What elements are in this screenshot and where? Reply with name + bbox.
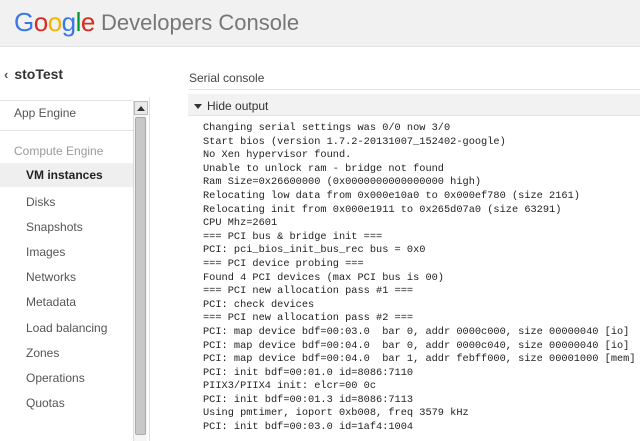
product-name: Developers Console [101, 10, 300, 35]
console-line: === PCI new allocation pass #2 === [203, 312, 414, 325]
console-line: Ram Size=0x26600000 (0x0000000000000000 … [203, 176, 482, 189]
console-line: PIIX3/PIIX4 init: elcr=00 0c [203, 380, 377, 393]
console-line: === PCI bus & bridge init === [203, 230, 383, 243]
sidebar-item-quotas[interactable]: Quotas [26, 396, 65, 410]
project-back-link[interactable]: ‹ stoTest [4, 66, 63, 82]
sidebar-section-compute-engine[interactable]: Compute Engine [14, 144, 103, 158]
sidebar-item-app-engine[interactable]: App Engine [14, 106, 76, 120]
console-line: No Xen hypervisor found. [203, 149, 352, 162]
sidebar-item-operations[interactable]: Operations [26, 371, 85, 385]
console-line: PCI: init bdf=00:01.0 id=8086:7110 [203, 366, 414, 379]
console-line: === PCI device probing === [203, 257, 364, 270]
console-line: CPU Mhz=2601 [203, 217, 278, 230]
section-divider [189, 89, 640, 90]
app-header: Google Developers Console [0, 0, 640, 47]
scrollbar-thumb[interactable] [135, 117, 146, 435]
serial-console-title: Serial console [189, 71, 265, 85]
console-line: PCI: map device bdf=00:04.0 bar 0, addr … [203, 339, 630, 352]
sidebar-divider [0, 130, 133, 131]
logo-letter: g [61, 7, 76, 37]
logo-letter: G [14, 7, 34, 37]
hide-output-toggle[interactable]: Hide output [194, 99, 268, 113]
sidebar-scrollbar[interactable] [133, 101, 148, 441]
sidebar-item-networks[interactable]: Networks [26, 270, 76, 284]
logo-letter: o [33, 7, 48, 37]
sidebar-item-metadata[interactable]: Metadata [26, 295, 76, 309]
sidebar-item-vm-instances[interactable]: VM instances [0, 163, 133, 187]
chevron-left-icon: ‹ [4, 66, 9, 82]
sidebar-divider [0, 100, 133, 101]
serial-console-output[interactable]: Changing serial settings was 0/0 now 3/0… [203, 122, 640, 441]
console-line: PCI: map device bdf=00:03.0 bar 0, addr … [203, 325, 630, 338]
console-line: Relocating init from 0x000e1911 to 0x265… [203, 203, 562, 216]
scroll-up-arrow-icon[interactable] [134, 101, 148, 115]
console-line: Found 4 PCI devices (max PCI bus is 00) [203, 271, 444, 284]
hide-output-label: Hide output [207, 99, 269, 113]
main-content: Serial console Hide output Changing seri… [150, 47, 640, 441]
project-name: stoTest [14, 66, 64, 82]
console-line: Using pmtimer, ioport 0xb008, freq 3579 … [203, 407, 469, 420]
console-line: PCI: map device bdf=00:04.0 bar 1, addr … [203, 353, 636, 366]
console-line: PCI: check devices [203, 298, 315, 311]
caret-down-icon [194, 103, 202, 109]
sidebar-item-disks[interactable]: Disks [26, 195, 55, 209]
google-logo[interactable]: Google [14, 7, 95, 38]
logo-letter: o [47, 7, 62, 37]
console-line: Relocating low data from 0x000e10a0 to 0… [203, 189, 580, 202]
console-line: Start bios (version 1.7.2-20131007_15240… [203, 135, 506, 148]
sidebar-nav: App Engine Compute Engine VM instances D… [0, 97, 150, 441]
sidebar-item-snapshots[interactable]: Snapshots [26, 220, 83, 234]
console-line: PCI: init bdf=00:01.3 id=8086:7113 [203, 393, 414, 406]
console-line: Unable to unlock ram - bridge not found [203, 162, 444, 175]
sidebar-item-zones[interactable]: Zones [26, 346, 59, 360]
console-line: Changing serial settings was 0/0 now 3/0 [203, 122, 451, 134]
console-line: PCI: init bdf=00:03.0 id=1af4:1004 [203, 421, 414, 434]
console-line: PCI: pci_bios_init_bus_rec bus = 0x0 [203, 244, 426, 257]
sidebar-item-load-balancing[interactable]: Load balancing [26, 321, 107, 335]
sidebar-item-images[interactable]: Images [26, 245, 65, 259]
console-line: === PCI new allocation pass #1 === [203, 285, 414, 298]
logo-letter: e [80, 7, 95, 37]
